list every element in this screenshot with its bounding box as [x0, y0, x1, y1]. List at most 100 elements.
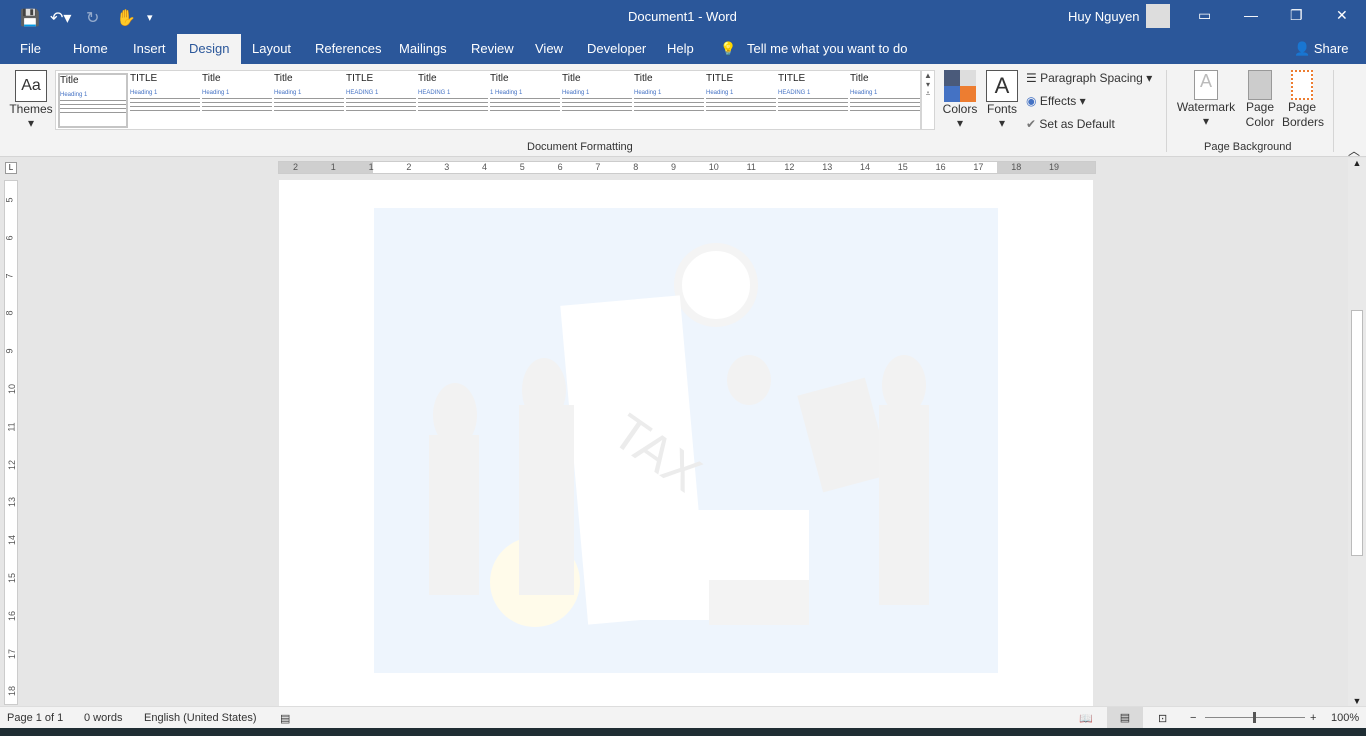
thumbnail-heading: Heading 1 — [562, 90, 590, 96]
thumbnail-title: TITLE — [130, 73, 158, 84]
web-layout-icon[interactable]: ⊡ — [1158, 712, 1167, 725]
ruler-tick-label: 14 — [860, 162, 871, 172]
taskbar — [0, 728, 1366, 736]
gallery-scroll[interactable]: ▲ ▾ ⩡ — [921, 70, 935, 130]
thumbnail-body — [202, 98, 272, 112]
tab-review[interactable]: Review — [471, 41, 514, 56]
effects-button[interactable]: ◉ Effects ▾ — [1026, 94, 1086, 108]
redo-icon[interactable]: ↻ — [86, 8, 99, 28]
watermark-button[interactable]: A Watermark ▾ — [1174, 70, 1238, 128]
language[interactable]: English (United States) — [144, 712, 257, 724]
thumbnail-heading: HEADING 1 — [418, 90, 451, 96]
group-divider — [1166, 70, 1167, 152]
tab-help[interactable]: Help — [667, 41, 694, 56]
save-icon[interactable]: 💾 — [20, 8, 40, 28]
restore-button[interactable]: ❐ — [1290, 7, 1303, 24]
tab-view[interactable]: View — [535, 41, 563, 56]
thumbnail-title: TITLE — [706, 73, 734, 84]
page-count[interactable]: Page 1 of 1 — [7, 712, 63, 724]
style-set-thumbnail[interactable]: Title 1 Heading 1 — [490, 73, 560, 128]
tab-home[interactable]: Home — [73, 41, 108, 56]
ruler-tick-label: 19 — [1049, 162, 1060, 172]
ruler-tick-label: 4 — [482, 162, 488, 172]
page-borders-button[interactable]: Page Borders — [1282, 70, 1324, 130]
avatar[interactable] — [1146, 4, 1170, 28]
touch-mode-icon[interactable]: ✋ — [116, 8, 136, 28]
fonts-label: Fonts — [986, 102, 1017, 116]
print-layout-icon[interactable]: ▤ — [1107, 707, 1143, 728]
tell-me-search[interactable]: Tell me what you want to do — [747, 41, 907, 56]
undo-icon[interactable]: ↶▾ — [50, 8, 71, 28]
thumbnail-heading: 1 Heading 1 — [490, 90, 523, 96]
colors-label: Colors — [942, 102, 978, 116]
thumbnail-title: Title — [850, 73, 869, 84]
close-button[interactable]: ✕ — [1336, 7, 1348, 24]
style-set-thumbnail[interactable]: Title Heading 1 — [58, 73, 128, 128]
style-set-thumbnail[interactable]: TITLE Heading 1 — [130, 73, 200, 128]
ruler-tick-label: 2 — [406, 162, 412, 172]
thumbnail-title: Title — [60, 75, 79, 86]
set-as-default-button[interactable]: ✔ Set as Default — [1026, 117, 1115, 131]
style-set-thumbnail[interactable]: Title Heading 1 — [634, 73, 704, 128]
tab-insert[interactable]: Insert — [133, 41, 166, 56]
paragraph-spacing-button[interactable]: ☰ Paragraph Spacing ▾ — [1026, 71, 1152, 85]
macro-icon[interactable]: ▤ — [280, 712, 290, 725]
style-set-thumbnail[interactable]: Title HEADING 1 — [418, 73, 488, 128]
ruler-tick-label: 6 — [557, 162, 563, 172]
zoom-level[interactable]: 100% — [1331, 712, 1359, 724]
effects-icon: ◉ — [1026, 94, 1037, 108]
scrollbar-thumb[interactable] — [1351, 310, 1363, 556]
ruler-tick-label: 11 — [6, 422, 17, 432]
ruler-tick-label: 18 — [1011, 162, 1022, 172]
zoom-slider-thumb[interactable] — [1253, 712, 1256, 723]
customize-toolbar-icon[interactable]: ▾ — [147, 11, 153, 24]
tab-design[interactable]: Design — [177, 34, 242, 64]
style-set-thumbnail[interactable]: TITLE HEADING 1 — [346, 73, 416, 128]
colors-button[interactable]: Colors ▾ — [940, 70, 980, 130]
fonts-button[interactable]: A Fonts ▾ — [982, 70, 1022, 130]
document-page[interactable]: TAX — [279, 180, 1093, 706]
ribbon-display-icon[interactable]: ▭ — [1198, 7, 1211, 24]
ruler-tick-label: 18 — [7, 686, 18, 697]
ruler-tick-label: 9 — [4, 348, 15, 354]
group-label-document-formatting: Document Formatting — [527, 141, 633, 153]
themes-button[interactable]: Aa Themes ▾ — [8, 70, 54, 130]
style-set-thumbnail[interactable]: Title Heading 1 — [562, 73, 632, 128]
ruler-tick-label: 9 — [671, 162, 677, 172]
tab-file[interactable]: File — [20, 41, 41, 56]
tab-references[interactable]: References — [315, 41, 381, 56]
tab-layout[interactable]: Layout — [252, 41, 291, 56]
read-mode-icon[interactable]: 📖 — [1079, 712, 1093, 725]
thumbnail-body — [130, 98, 200, 112]
user-name[interactable]: Huy Nguyen — [1068, 9, 1140, 24]
word-count[interactable]: 0 words — [84, 712, 123, 724]
collapse-ribbon-icon[interactable]: ︿ — [1348, 142, 1360, 159]
colors-icon — [944, 70, 976, 102]
style-set-thumbnail[interactable]: Title Heading 1 — [274, 73, 344, 128]
zoom-in-button[interactable]: + — [1310, 712, 1316, 724]
horizontal-ruler[interactable]: 2 1 1 2 3 4 5 6 7 8 9 10 11 12 13 14 15 16 17 18 19 — [278, 161, 1096, 174]
ruler-tick-label: 15 — [7, 572, 18, 584]
thumbnail-body — [418, 98, 488, 112]
thumbnail-body — [850, 98, 920, 112]
style-set-thumbnail[interactable]: TITLE HEADING 1 — [778, 73, 848, 128]
tab-mailings[interactable]: Mailings — [399, 41, 447, 56]
page-color-button[interactable]: Page Color — [1238, 70, 1282, 130]
style-set-thumbnail[interactable]: TITLE Heading 1 — [706, 73, 776, 128]
thumbnail-body — [778, 98, 848, 112]
group-divider — [1333, 70, 1334, 152]
thumbnail-title: Title — [202, 73, 221, 84]
style-set-thumbnail[interactable]: Title Heading 1 — [850, 73, 920, 128]
vertical-ruler[interactable]: 5 6 7 8 9 10 11 12 13 14 15 16 17 18 — [4, 180, 18, 705]
thumbnail-title: TITLE — [778, 73, 806, 84]
thumbnail-body — [60, 100, 126, 114]
tab-selector[interactable]: L — [5, 162, 17, 174]
minimize-button[interactable]: — — [1244, 7, 1258, 23]
zoom-out-button[interactable]: − — [1190, 712, 1196, 724]
tab-developer[interactable]: Developer — [587, 41, 646, 56]
group-label-page-background: Page Background — [1204, 141, 1292, 153]
style-set-thumbnail[interactable]: Title Heading 1 — [202, 73, 272, 128]
thumbnail-title: Title — [562, 73, 581, 84]
thumbnail-heading: Heading 1 — [60, 92, 88, 98]
share-button[interactable]: 👤 Share — [1294, 41, 1349, 57]
